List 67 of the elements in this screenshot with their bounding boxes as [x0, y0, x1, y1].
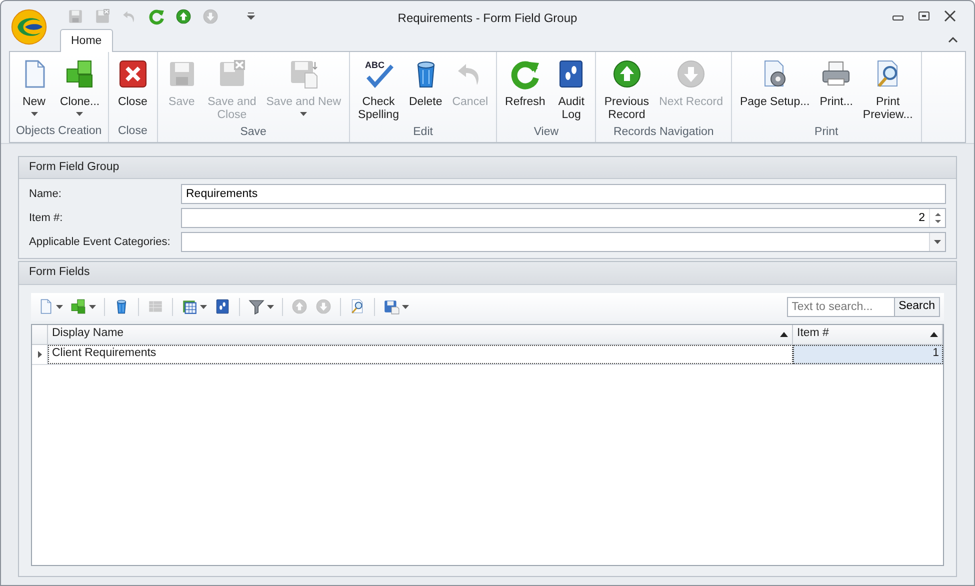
caret-icon	[76, 112, 84, 116]
ribbon-button[interactable]: ABC Check Spelling	[354, 56, 403, 124]
ribbon-button[interactable]: Previous Record	[600, 56, 654, 124]
ribbon-button[interactable]: Print Preview...	[858, 56, 917, 124]
field-label: Name:	[29, 187, 62, 202]
group-label: Print	[814, 126, 838, 138]
panel-header: Form Fields	[19, 262, 956, 284]
sort-icon	[780, 332, 788, 336]
group-label: Save	[240, 126, 266, 138]
grid-icon	[147, 298, 164, 315]
down-icon	[202, 8, 219, 24]
up-icon	[610, 58, 643, 90]
search-field[interactable]: Text to search...	[786, 296, 895, 316]
column-header[interactable]: Display Name	[48, 324, 793, 344]
ribbon-button[interactable]: Refresh	[501, 56, 550, 124]
ribbon-button[interactable]: Page Setup...	[736, 56, 814, 124]
down-icon	[675, 58, 708, 90]
row-indicator-icon	[38, 350, 42, 358]
ribbon-button[interactable]: Audit Log	[551, 56, 592, 124]
sort-icon	[930, 332, 938, 336]
close-icon[interactable]	[944, 10, 956, 22]
caret-icon	[267, 304, 274, 308]
caret-icon	[300, 112, 308, 116]
export-icon	[383, 298, 400, 315]
caret-icon	[30, 112, 38, 116]
down-icon	[315, 298, 332, 315]
collapse-ribbon-icon[interactable]	[948, 36, 958, 44]
group-label: Objects Creation	[16, 124, 102, 137]
table-cell: 1	[793, 344, 943, 364]
refresh-icon	[509, 58, 542, 90]
field-label: Applicable Event Categories:	[29, 235, 172, 250]
search-button[interactable]: Search	[894, 296, 940, 316]
clone-icon	[70, 298, 87, 315]
ribbon-button[interactable]: New	[14, 56, 54, 123]
up-icon	[291, 298, 308, 315]
restore-icon[interactable]	[918, 10, 930, 22]
spin-icon[interactable]	[934, 212, 940, 224]
up-icon	[175, 8, 192, 24]
save-close-icon	[94, 8, 111, 24]
ribbon-button[interactable]: Close	[112, 56, 153, 123]
close-icon	[116, 58, 149, 90]
table-cell: Client Requirements	[48, 344, 793, 364]
columns-icon	[181, 298, 198, 315]
caret-icon	[56, 304, 63, 308]
caret-icon	[402, 304, 409, 308]
audit-icon	[214, 298, 231, 315]
filter-icon	[248, 298, 265, 315]
column-header[interactable]: Item #	[793, 324, 943, 344]
ribbon-button[interactable]: Delete	[404, 56, 446, 124]
refresh-icon	[148, 8, 165, 24]
group-label: View	[534, 126, 559, 138]
group-label: Close	[118, 124, 148, 137]
ribbon-button[interactable]: Clone...	[56, 56, 104, 123]
input-field[interactable]: Requirements	[182, 185, 945, 204]
customize-icon[interactable]	[247, 12, 255, 20]
panel-header: Form Field Group	[19, 157, 956, 180]
group-label: Records Navigation	[613, 126, 714, 138]
save-icon	[67, 8, 84, 24]
caret-icon	[200, 304, 207, 308]
field-label: Item #:	[29, 211, 64, 226]
window-title: Requirements - Form Field Group	[398, 11, 578, 25]
caret-icon	[89, 304, 96, 308]
ribbon-tab[interactable]: Home	[60, 28, 113, 52]
ribbon-button[interactable]: Print...	[816, 56, 857, 124]
group-label: Edit	[413, 126, 433, 138]
logo-icon	[10, 8, 48, 46]
dropdown-icon[interactable]	[934, 240, 941, 244]
